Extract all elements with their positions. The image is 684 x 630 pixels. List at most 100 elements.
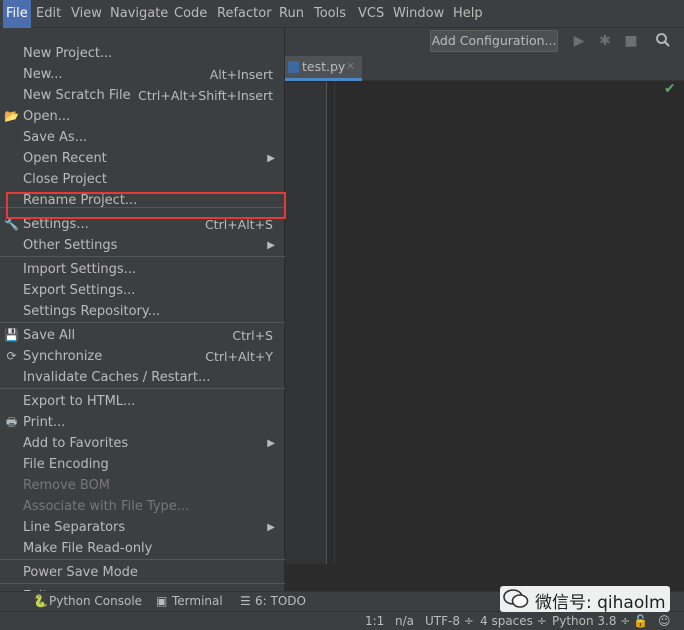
submenu-arrow-icon: ▶ [267, 438, 275, 449]
add-configuration-button[interactable]: Add Configuration... [430, 30, 558, 52]
submenu-arrow-icon: ▶ [267, 240, 275, 251]
menu-item-make-file-read-only[interactable]: Make File Read-only [0, 538, 285, 559]
menu-item-label: New Project... [23, 46, 113, 61]
menu-item-other-settings[interactable]: Other Settings ▶ [0, 235, 285, 256]
caret-position[interactable]: 1:1 [365, 614, 384, 628]
encoding-status[interactable]: UTF-8 ÷ [425, 614, 474, 628]
menubar-item-window[interactable]: Window [390, 0, 447, 28]
submenu-arrow-icon: ▶ [267, 522, 275, 533]
menu-item-shortcut: Ctrl+Alt+Shift+Insert [138, 88, 273, 103]
folder-icon: 📂 [4, 109, 19, 123]
menu-item-power-save-mode[interactable]: Power Save Mode [0, 562, 285, 583]
tab-close-icon[interactable]: × [346, 59, 355, 72]
menu-item-shortcut: Alt+Insert [209, 67, 273, 82]
menubar-item-edit[interactable]: Edit [33, 0, 64, 28]
editor-margin-line [334, 82, 335, 564]
menubar-item-refactor[interactable]: Refactor [214, 0, 275, 28]
menu-item-export-to-html[interactable]: Export to HTML... [0, 391, 285, 412]
terminal-icon: ▣ [156, 594, 168, 608]
menu-item-label: Export Settings... [23, 283, 136, 298]
indent-status[interactable]: 4 spaces ÷ [480, 614, 547, 628]
wechat-logo-icon [503, 589, 529, 609]
save-icon: 💾 [4, 328, 19, 342]
menu-item-label: Print... [23, 415, 66, 430]
todo-icon: ☰ [240, 594, 251, 608]
tab-label: test.py [302, 59, 346, 74]
menu-item-settings-repository[interactable]: Settings Repository... [0, 301, 285, 322]
python-console-icon: 🐍 [33, 594, 48, 608]
menubar-item-run[interactable]: Run [276, 0, 307, 28]
menu-item-save-as[interactable]: Save As... [0, 127, 285, 148]
menu-item-label: Invalidate Caches / Restart... [23, 370, 211, 385]
python-file-icon [288, 61, 299, 73]
menu-item-label: Associate with File Type... [23, 499, 190, 514]
menu-item-label: Add to Favorites [23, 436, 129, 451]
menubar-item-help[interactable]: Help [450, 0, 486, 28]
wrench-icon: 🔧 [4, 217, 19, 231]
menubar-item-file[interactable]: File [3, 0, 31, 28]
menu-item-new-scratch-file[interactable]: New Scratch File Ctrl+Alt+Shift+Insert [0, 85, 285, 106]
menu-separator [0, 388, 285, 389]
menu-item-save-all[interactable]: 💾 Save All Ctrl+S [0, 325, 285, 346]
menu-item-label: Remove BOM [23, 478, 111, 493]
line-separator-status[interactable]: n/a [395, 614, 414, 628]
menubar-item-code[interactable]: Code [171, 0, 210, 28]
menu-item-label: Close Project [23, 172, 108, 187]
debug-icon[interactable]: ✱ [596, 32, 614, 50]
menu-separator [0, 583, 285, 584]
menu-item-label: File Encoding [23, 457, 109, 472]
menu-item-close-project[interactable]: Close Project [0, 169, 285, 190]
todo-button[interactable]: 6: TODO [255, 594, 306, 608]
menubar-item-vcs[interactable]: VCS [355, 0, 387, 28]
menu-item-label: Save All [23, 328, 76, 343]
menu-item-label: Import Settings... [23, 262, 136, 277]
terminal-button[interactable]: Terminal [172, 594, 223, 608]
settings-highlight-box [6, 192, 286, 219]
menu-item-label: Line Separators [23, 520, 126, 535]
menu-item-associate-with-file-type: Associate with File Type... [0, 496, 285, 517]
search-icon[interactable] [654, 32, 672, 50]
editor-area[interactable] [328, 82, 684, 564]
print-icon: 🖶 [5, 415, 18, 429]
menu-separator [0, 559, 285, 560]
menu-item-label: New... [23, 67, 63, 82]
python-console-button[interactable]: Python Console [49, 594, 142, 608]
interpreter-status[interactable]: Python 3.8 ÷ [552, 614, 630, 628]
menu-separator [0, 256, 285, 257]
menu-item-label: Power Save Mode [23, 565, 138, 580]
menu-item-label: Synchronize [23, 349, 103, 364]
menu-item-line-separators[interactable]: Line Separators ▶ [0, 517, 285, 538]
menu-item-label: Make File Read-only [23, 541, 153, 556]
menubar-item-navigate[interactable]: Navigate [107, 0, 171, 28]
menu-separator [0, 322, 285, 323]
menu-item-label: Open... [23, 109, 71, 124]
menu-item-label: Open Recent [23, 151, 107, 166]
menu-item-open[interactable]: 📂 Open... [0, 106, 285, 127]
menu-item-print[interactable]: 🖶 Print... [0, 412, 285, 433]
menu-item-label: Other Settings [23, 238, 118, 253]
run-icon[interactable]: ▶ [570, 32, 588, 50]
menubar-item-view[interactable]: View [68, 0, 105, 28]
menu-item-new-project[interactable]: New Project... [0, 43, 285, 64]
check-icon: ✔ [664, 81, 676, 97]
menu-item-open-recent[interactable]: Open Recent ▶ [0, 148, 285, 169]
lock-icon[interactable]: 🔓 [633, 614, 648, 628]
menu-item-import-settings[interactable]: Import Settings... [0, 259, 285, 280]
refresh-icon: ⟳ [6, 349, 17, 363]
menu-item-label: Export to HTML... [23, 394, 136, 409]
submenu-arrow-icon: ▶ [267, 153, 275, 164]
menu-item-invalidate-caches-restart[interactable]: Invalidate Caches / Restart... [0, 367, 285, 388]
inspector-icon[interactable]: ☺ [658, 614, 671, 628]
watermark-text: 微信号: qihaolm [535, 593, 666, 613]
menu-item-add-to-favorites[interactable]: Add to Favorites ▶ [0, 433, 285, 454]
menubar-item-tools[interactable]: Tools [311, 0, 349, 28]
menu-item-synchronize[interactable]: ⟳ Synchronize Ctrl+Alt+Y [0, 346, 285, 367]
menu-item-new[interactable]: New... Alt+Insert [0, 64, 285, 85]
menu-item-shortcut: Ctrl+Alt+Y [205, 349, 273, 364]
editor-gutter [285, 82, 327, 564]
stop-icon[interactable]: ■ [622, 32, 640, 50]
menu-item-label: New Scratch File [23, 88, 131, 103]
menu-item-file-encoding[interactable]: File Encoding [0, 454, 285, 475]
menu-item-export-settings[interactable]: Export Settings... [0, 280, 285, 301]
menu-item-label: Save As... [23, 130, 88, 145]
